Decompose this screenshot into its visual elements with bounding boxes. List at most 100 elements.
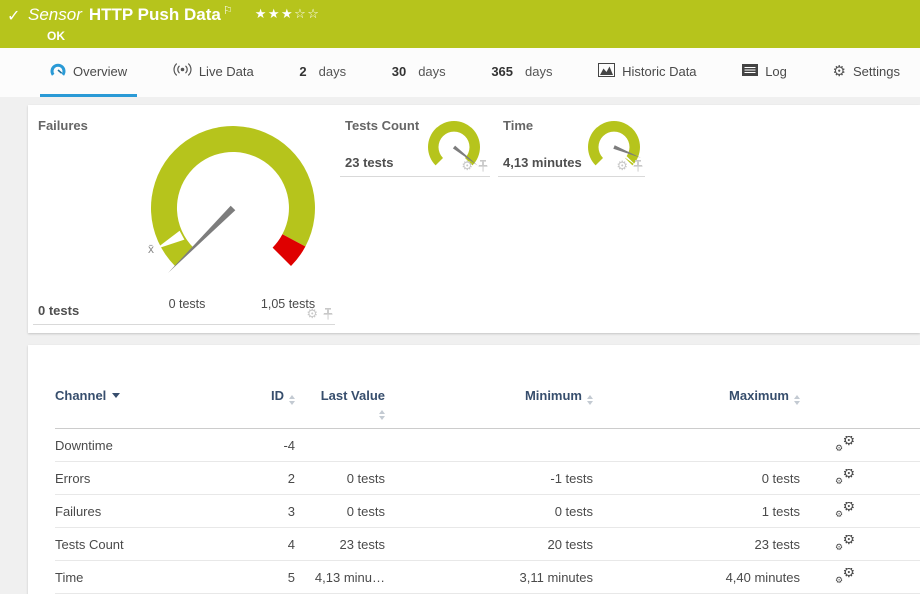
channel-minimum: 0 tests <box>385 504 593 519</box>
channel-settings-icon[interactable]: ⚙⚙ <box>835 568 855 584</box>
sort-icon <box>794 395 800 405</box>
gauges-panel: Failures x̄ 0 tests 1,05 tests 0 tests ⚙ <box>28 105 920 333</box>
column-header-maximum[interactable]: Maximum <box>593 388 800 405</box>
column-header-channel[interactable]: Channel <box>55 388 240 403</box>
column-header-last-value[interactable]: Last Value <box>295 388 385 420</box>
status-badge: OK <box>47 29 65 43</box>
channel-id: 2 <box>240 471 295 486</box>
gauge-card-failures: Failures x̄ 0 tests 1,05 tests 0 tests ⚙ <box>33 113 335 325</box>
tab-unit: days <box>418 64 445 79</box>
table-row: Errors 2 0 tests -1 tests 0 tests ⚙⚙ <box>55 462 920 495</box>
channel-table: Channel ID Last Value Minimum Maximum Do… <box>28 345 920 594</box>
gauge-current-value: 4,13 minutes <box>503 155 582 170</box>
tab-historic-data[interactable]: Historic Data <box>588 48 706 97</box>
channel-name: Tests Count <box>55 537 240 552</box>
tab-label: Live Data <box>199 64 254 79</box>
table-row: Time 5 4,13 minu… 3,11 minutes 4,40 minu… <box>55 561 920 594</box>
channel-minimum: 3,11 minutes <box>385 570 593 585</box>
channel-id: 5 <box>240 570 295 585</box>
channel-maximum: 4,40 minutes <box>593 570 800 585</box>
area-chart-icon <box>598 63 615 80</box>
tab-label: Settings <box>853 64 900 79</box>
column-label: ID <box>271 388 284 403</box>
gauge-current-value: 0 tests <box>38 303 79 318</box>
channel-settings-icon[interactable]: ⚙⚙ <box>835 502 855 518</box>
channel-last-value: 23 tests <box>295 537 385 552</box>
table-row: Downtime -4 ⚙⚙ <box>55 429 920 462</box>
gauge-title: Failures <box>38 118 88 133</box>
ok-check-icon: ✓ <box>7 6 20 26</box>
channel-name: Failures <box>55 504 240 519</box>
tab-unit: days <box>525 64 552 79</box>
chevron-down-icon <box>112 393 120 398</box>
channel-last-value: 4,13 minu… <box>295 570 385 585</box>
tab-label: Log <box>765 64 787 79</box>
flag-icon[interactable]: ⚐ <box>223 5 233 17</box>
table-row: Tests Count 4 23 tests 20 tests 23 tests… <box>55 528 920 561</box>
tab-label: Historic Data <box>622 64 696 79</box>
pin-icon[interactable] <box>633 160 643 172</box>
sort-icon <box>379 410 385 420</box>
table-header-row: Channel ID Last Value Minimum Maximum <box>55 345 920 429</box>
table-row: Failures 3 0 tests 0 tests 1 tests ⚙⚙ <box>55 495 920 528</box>
column-header-minimum[interactable]: Minimum <box>385 388 593 405</box>
stars-empty: ☆☆ <box>294 6 320 21</box>
tab-unit: days <box>319 64 346 79</box>
sensor-header: ✓ Sensor HTTP Push Data⚐ ★★★☆☆ OK <box>0 0 920 48</box>
column-label: Last Value <box>321 388 385 403</box>
channel-settings-icon[interactable]: ⚙⚙ <box>835 535 855 551</box>
tab-number: 2 <box>299 64 306 79</box>
channel-minimum: 20 tests <box>385 537 593 552</box>
gauge-current-value: 23 tests <box>345 155 393 170</box>
tab-label: Overview <box>73 64 127 79</box>
priority-stars[interactable]: ★★★☆☆ <box>255 6 321 21</box>
pin-icon[interactable] <box>323 308 333 320</box>
gauge-title: Time <box>503 118 533 133</box>
channel-id: -4 <box>240 438 295 453</box>
channel-table-panel: Channel ID Last Value Minimum Maximum Do… <box>28 345 920 594</box>
channel-id: 4 <box>240 537 295 552</box>
failures-gauge: x̄ 0 tests 1,05 tests <box>138 118 328 316</box>
channel-maximum: 1 tests <box>593 504 800 519</box>
channel-last-value: 0 tests <box>295 471 385 486</box>
channel-settings-icon[interactable]: ⚙⚙ <box>835 436 855 452</box>
channel-name: Errors <box>55 471 240 486</box>
gauge-card-tests-count: Tests Count 23 tests ⚙ <box>340 113 490 177</box>
tab-settings[interactable]: ⚙ Settings <box>823 48 910 97</box>
tab-bar: Overview Live Data 2 days 30 days 365 days <box>0 48 920 97</box>
channel-maximum: 23 tests <box>593 537 800 552</box>
column-header-id[interactable]: ID <box>240 388 295 405</box>
tab-log[interactable]: Log <box>732 48 797 97</box>
gear-icon[interactable]: ⚙ <box>306 307 318 320</box>
channel-settings-icon[interactable]: ⚙⚙ <box>835 469 855 485</box>
sensor-title: HTTP Push Data <box>89 5 221 24</box>
column-label: Maximum <box>729 388 789 403</box>
column-label: Minimum <box>525 388 582 403</box>
broadcast-icon <box>173 63 192 79</box>
tab-live-data[interactable]: Live Data <box>163 48 264 97</box>
gear-icon: ⚙ <box>833 64 846 79</box>
tab-overview[interactable]: Overview <box>40 48 137 97</box>
log-list-icon <box>742 64 758 79</box>
stars-filled: ★★★ <box>255 6 294 21</box>
channel-maximum: 0 tests <box>593 471 800 486</box>
tab-2-days[interactable]: 2 days <box>289 48 356 97</box>
gauge-title: Tests Count <box>345 118 419 133</box>
gauge-icon <box>50 62 66 81</box>
channel-minimum: -1 tests <box>385 471 593 486</box>
average-marker-label: x̄ <box>148 242 154 256</box>
sensor-kind-label: Sensor <box>28 5 82 24</box>
scale-min-label: 0 tests <box>169 297 206 311</box>
channel-name: Downtime <box>55 438 240 453</box>
gear-icon[interactable]: ⚙ <box>616 159 628 172</box>
tab-30-days[interactable]: 30 days <box>382 48 456 97</box>
channel-last-value: 0 tests <box>295 504 385 519</box>
channel-name: Time <box>55 570 240 585</box>
tab-number: 365 <box>491 64 513 79</box>
pin-icon[interactable] <box>478 160 488 172</box>
tab-number: 30 <box>392 64 406 79</box>
channel-id: 3 <box>240 504 295 519</box>
gauge-card-time: Time 4,13 minutes ⚙ <box>498 113 645 177</box>
tab-365-days[interactable]: 365 days <box>481 48 562 97</box>
gear-icon[interactable]: ⚙ <box>461 159 473 172</box>
